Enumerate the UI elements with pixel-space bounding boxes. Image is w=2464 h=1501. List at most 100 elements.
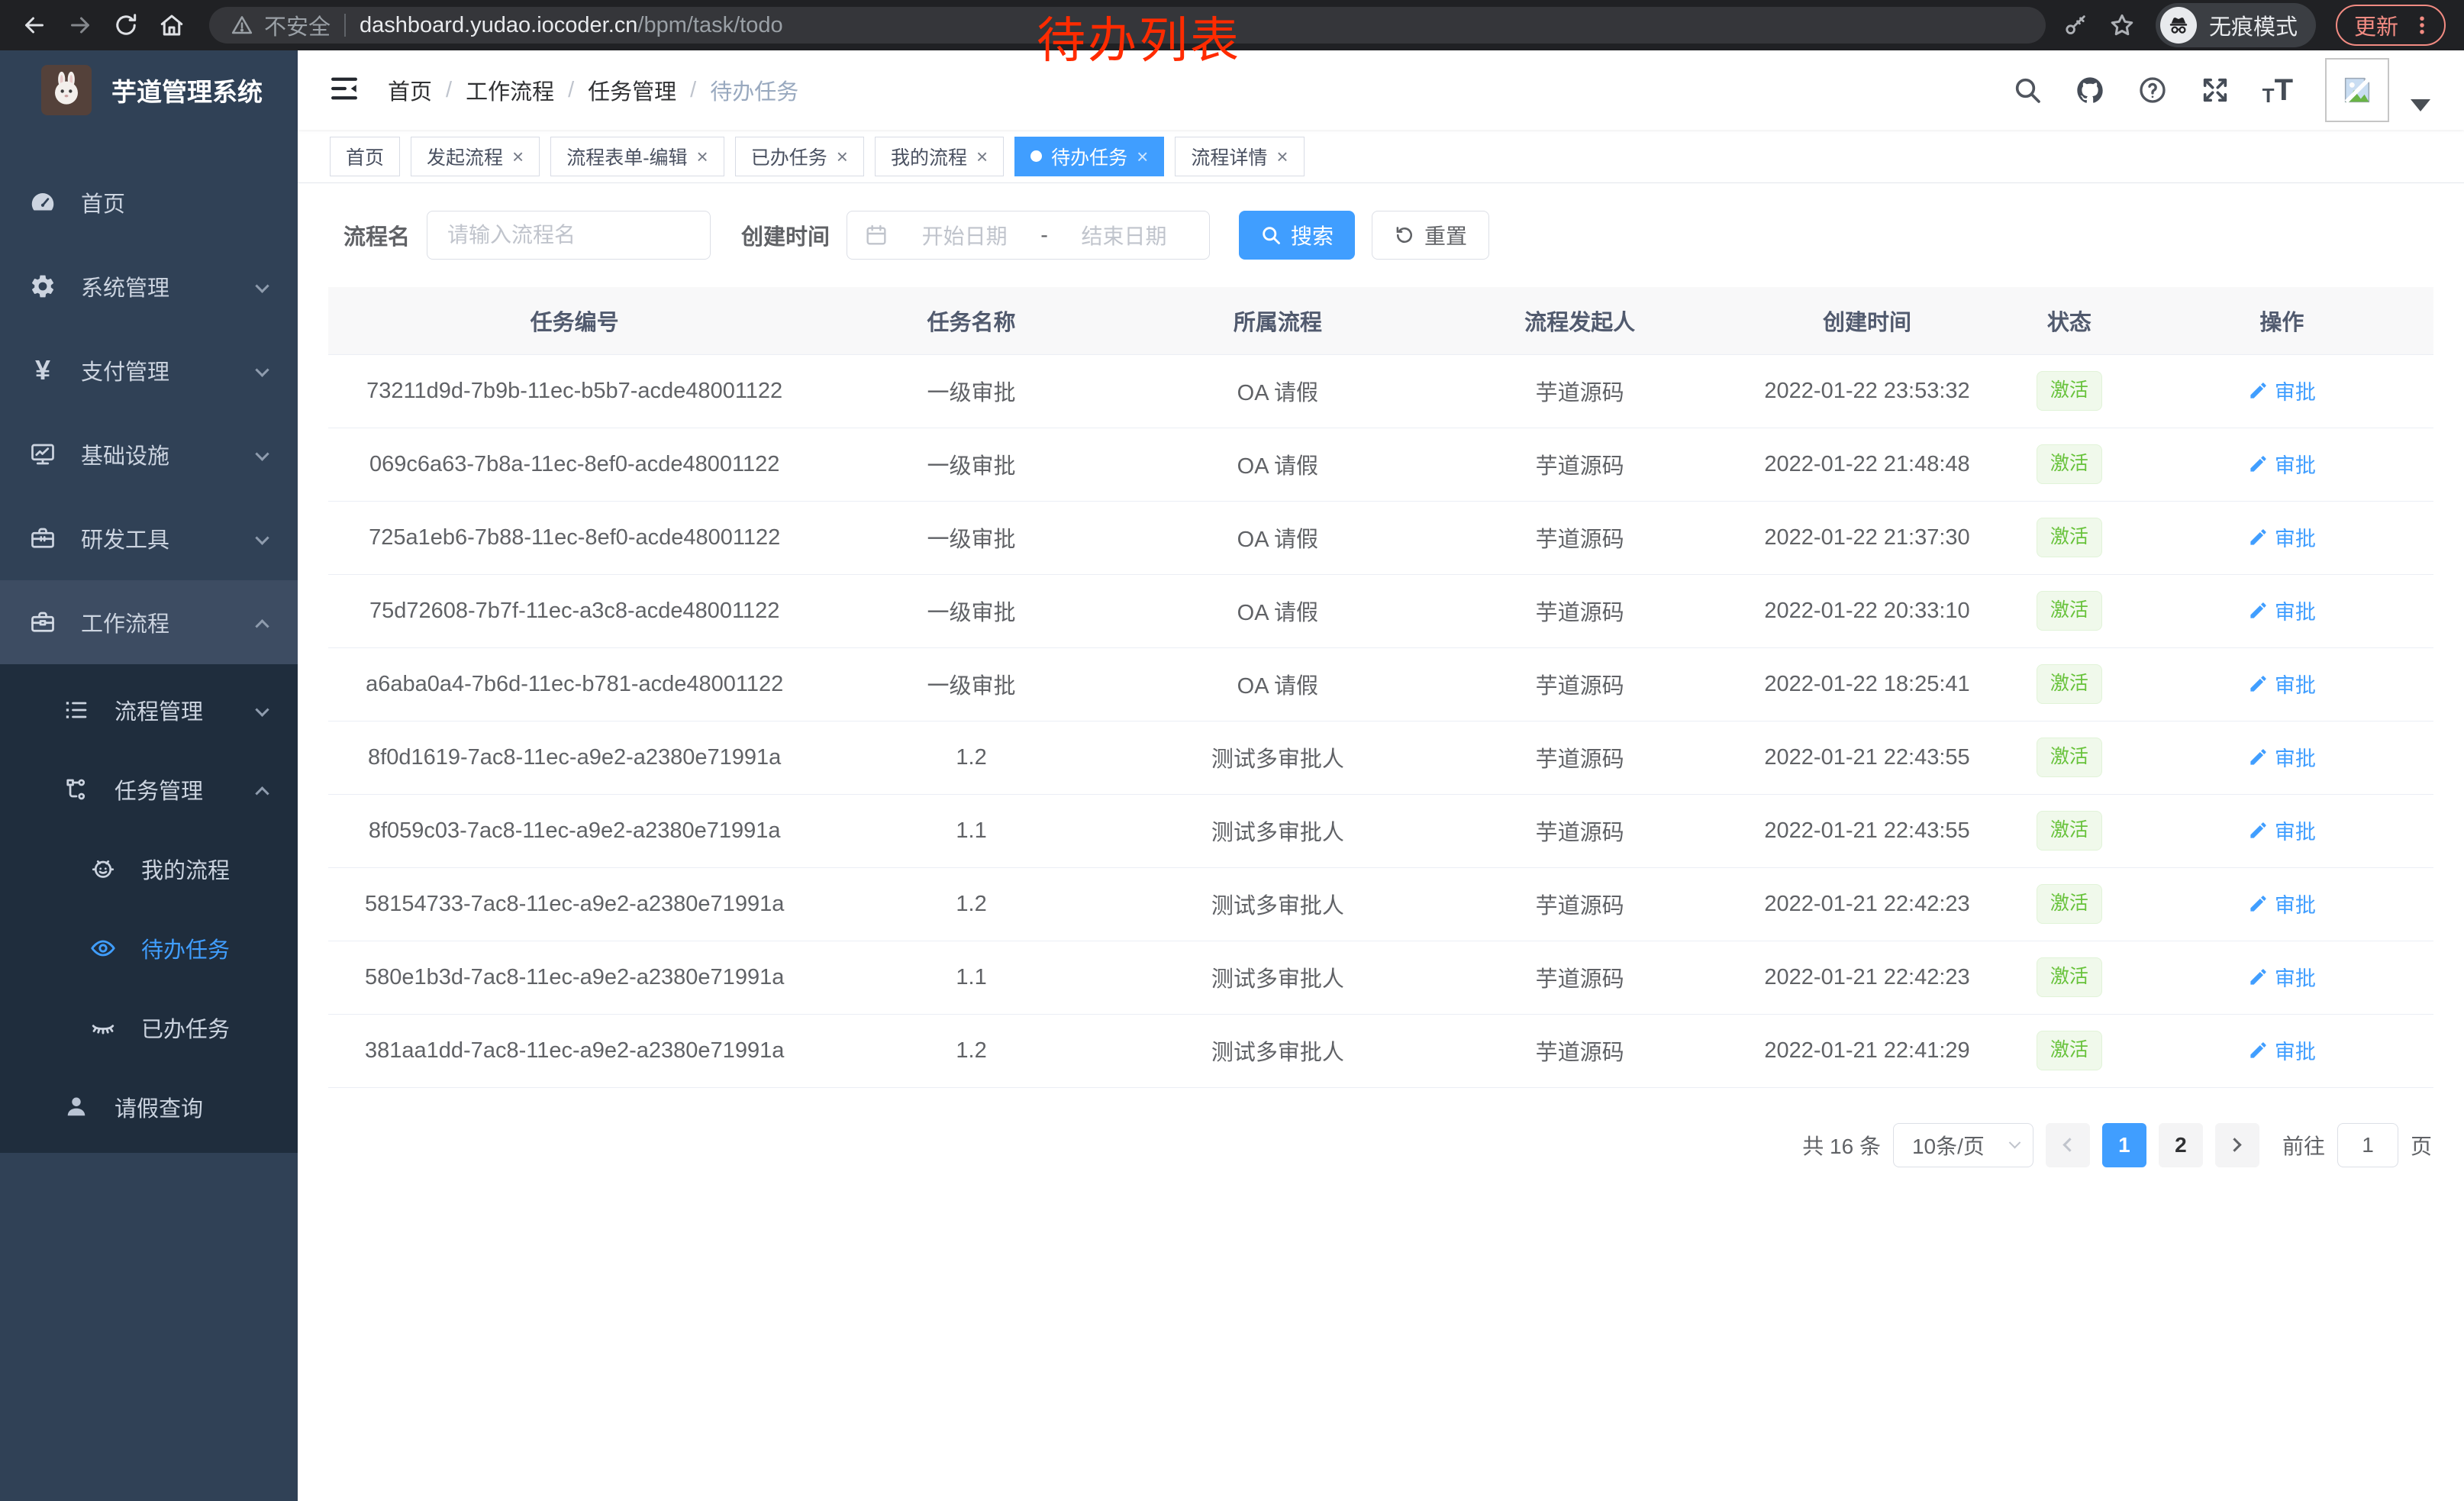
total-count: 共 16 条 — [1802, 1130, 1881, 1160]
breadcrumb-item[interactable]: 待办任务 — [710, 74, 798, 106]
cell-process: OA 请假 — [1122, 428, 1434, 501]
view-tab[interactable]: 发起流程 × — [411, 137, 540, 176]
font-size-button[interactable]: TT — [2262, 75, 2293, 105]
breadcrumb-item[interactable]: 任务管理 — [588, 74, 676, 106]
browser-actions: 无痕模式 更新 — [2062, 3, 2450, 47]
approve-button[interactable]: 审批 — [2248, 889, 2316, 918]
active-dot — [1030, 150, 1042, 162]
sidebar-item-devtool[interactable]: 研发工具 — [0, 496, 298, 580]
close-icon[interactable]: × — [837, 147, 848, 166]
browser-update-button[interactable]: 更新 — [2336, 5, 2446, 46]
view-tab[interactable]: 我的流程 × — [875, 137, 1004, 176]
incognito-badge[interactable]: 无痕模式 — [2156, 3, 2316, 47]
approve-button[interactable]: 审批 — [2248, 742, 2316, 772]
status-badge: 激活 — [2037, 591, 2102, 630]
arrow-right-icon — [66, 11, 94, 39]
close-icon[interactable]: × — [697, 147, 708, 166]
chevron-down-icon — [255, 702, 269, 716]
date-range-picker[interactable]: 开始日期 - 结束日期 — [847, 211, 1210, 260]
approve-button[interactable]: 审批 — [2248, 1035, 2316, 1065]
process-name-input[interactable] — [427, 211, 711, 260]
sidebar-item-done-task[interactable]: 已办任务 — [0, 988, 298, 1067]
chevron-down-icon — [2009, 1137, 2021, 1149]
edit-pen-icon — [2248, 967, 2269, 987]
close-icon[interactable]: × — [512, 147, 524, 166]
approve-button[interactable]: 审批 — [2248, 962, 2316, 992]
sidebar-logo-row[interactable]: 芋道管理系统 — [0, 50, 298, 130]
github-link[interactable] — [2075, 75, 2105, 105]
page-size-select[interactable]: 10条/页 — [1893, 1123, 2033, 1167]
edit-pen-icon — [2248, 454, 2269, 474]
browser-back-button[interactable] — [14, 5, 55, 46]
sidebar-item-home[interactable]: 首页 — [0, 160, 298, 244]
breadcrumb-item[interactable]: 工作流程 — [466, 74, 554, 106]
url-text: dashboard.yudao.iocoder.cn/bpm/task/todo — [360, 13, 783, 38]
search-button[interactable]: 搜索 — [1239, 211, 1355, 260]
sidebar-item-payment[interactable]: ¥ 支付管理 — [0, 328, 298, 412]
cell-process: 测试多审批人 — [1122, 794, 1434, 867]
status-badge: 激活 — [2037, 957, 2102, 996]
page-number-button[interactable]: 2 — [2159, 1123, 2203, 1167]
sidebar-item-process-mgmt[interactable]: 流程管理 — [0, 670, 298, 750]
breadcrumb-item[interactable]: 首页 — [388, 74, 432, 106]
approve-button[interactable]: 审批 — [2248, 376, 2316, 405]
header-search-button[interactable] — [2012, 75, 2043, 105]
sidebar-label-infrastructure: 基础设施 — [81, 438, 169, 470]
sidebar-collapse-button[interactable] — [328, 73, 360, 108]
edit-pen-icon — [2248, 380, 2269, 401]
goto-page-input[interactable] — [2337, 1123, 2398, 1167]
kebab-menu-icon — [2411, 14, 2433, 37]
approve-button[interactable]: 审批 — [2248, 669, 2316, 699]
next-page-button[interactable] — [2215, 1123, 2259, 1167]
sidebar-item-workflow[interactable]: 工作流程 — [0, 580, 298, 664]
browser-reload-button[interactable] — [105, 5, 147, 46]
fullscreen-button[interactable] — [2200, 75, 2230, 105]
sidebar-item-my-process[interactable]: 我的流程 — [0, 829, 298, 909]
sidebar-label-todo-task: 待办任务 — [141, 932, 230, 964]
browser-home-button[interactable] — [151, 5, 192, 46]
cell-initiator: 芋道源码 — [1434, 354, 1726, 428]
sidebar-item-system[interactable]: 系统管理 — [0, 244, 298, 328]
status-badge: 激活 — [2037, 738, 2102, 776]
sidebar-item-todo-task[interactable]: 待办任务 — [0, 909, 298, 988]
cell-task-id: 381aa1dd-7ac8-11ec-a9e2-a2380e71991a — [328, 1014, 821, 1087]
browser-forward-button[interactable] — [60, 5, 101, 46]
eye-closed-icon — [86, 1014, 120, 1041]
close-icon[interactable]: × — [976, 147, 988, 166]
url-path: /bpm/task/todo — [637, 13, 782, 37]
eye-open-icon — [86, 934, 120, 962]
view-tab[interactable]: 待办任务 × — [1014, 137, 1164, 176]
sidebar-item-infrastructure[interactable]: 基础设施 — [0, 412, 298, 496]
address-bar[interactable]: 不安全 dashboard.yudao.iocoder.cn/bpm/task/… — [209, 7, 2046, 44]
person-icon — [60, 1093, 93, 1121]
view-tab[interactable]: 首页 — [330, 137, 400, 176]
approve-button[interactable]: 审批 — [2248, 815, 2316, 845]
tab-label: 流程表单-编辑 — [566, 143, 687, 170]
close-icon[interactable]: × — [1276, 147, 1288, 166]
site-security[interactable]: 不安全 — [231, 9, 331, 41]
view-tab[interactable]: 流程详情 × — [1175, 137, 1304, 176]
view-tab[interactable]: 流程表单-编辑 × — [550, 137, 724, 176]
fullscreen-icon — [2200, 75, 2230, 105]
approve-button[interactable]: 审批 — [2248, 596, 2316, 625]
avatar-dropdown-caret[interactable] — [2411, 99, 2430, 111]
sidebar-label-payment: 支付管理 — [81, 354, 169, 386]
security-label: 不安全 — [264, 9, 331, 41]
page-number-button[interactable]: 1 — [2102, 1123, 2146, 1167]
sidebar-item-leave-query[interactable]: 请假查询 — [0, 1067, 298, 1147]
view-tab[interactable]: 已办任务 × — [735, 137, 864, 176]
table-row: 73211d9d-7b9b-11ec-b5b7-acde48001122 一级审… — [328, 354, 2433, 428]
edit-pen-icon — [2248, 527, 2269, 547]
chevron-down-icon — [255, 531, 269, 544]
sidebar-item-task-mgmt[interactable]: 任务管理 — [0, 750, 298, 829]
dashboard-icon — [26, 189, 60, 216]
reset-button[interactable]: 重置 — [1372, 211, 1489, 260]
close-icon[interactable]: × — [1137, 147, 1148, 166]
user-avatar-placeholder[interactable] — [2325, 58, 2389, 122]
approve-button[interactable]: 审批 — [2248, 522, 2316, 552]
sidebar: 芋道管理系统 首页 系统管理 ¥ 支付管理 — [0, 50, 298, 1501]
approve-button[interactable]: 审批 — [2248, 449, 2316, 479]
prev-page-button[interactable] — [2046, 1123, 2090, 1167]
cell-task-name: 1.2 — [821, 1014, 1121, 1087]
help-button[interactable] — [2137, 75, 2168, 105]
